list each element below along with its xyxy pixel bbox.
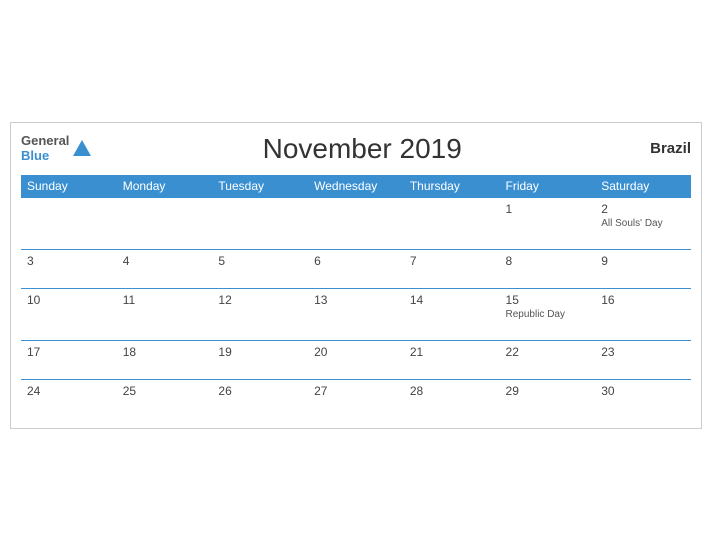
week-row-5: 24 25 26 27 28 29 30	[21, 379, 691, 418]
weekday-header-thursday: Thursday	[404, 175, 500, 198]
day-number: 26	[218, 384, 302, 398]
calendar-country: Brazil	[631, 140, 691, 157]
calendar-cell: 5	[212, 249, 308, 288]
day-number: 21	[410, 345, 494, 359]
day-number: 17	[27, 345, 111, 359]
day-number: 28	[410, 384, 494, 398]
calendar-cell: 25	[117, 379, 213, 418]
day-number: 19	[218, 345, 302, 359]
day-number: 20	[314, 345, 398, 359]
day-number: 2	[601, 202, 685, 216]
weekday-header-saturday: Saturday	[595, 175, 691, 198]
calendar-title: November 2019	[93, 133, 631, 165]
day-number: 13	[314, 293, 398, 307]
day-number: 22	[506, 345, 590, 359]
day-number: 1	[506, 202, 590, 216]
calendar-cell: 16	[595, 288, 691, 340]
day-number: 14	[410, 293, 494, 307]
weekday-header-monday: Monday	[117, 175, 213, 198]
calendar-table: SundayMondayTuesdayWednesdayThursdayFrid…	[21, 175, 691, 418]
calendar-cell: 4	[117, 249, 213, 288]
calendar-cell: 1	[500, 197, 596, 249]
day-number: 7	[410, 254, 494, 268]
calendar-cell: 24	[21, 379, 117, 418]
weekday-header-row: SundayMondayTuesdayWednesdayThursdayFrid…	[21, 175, 691, 198]
day-number: 25	[123, 384, 207, 398]
calendar-cell: 13	[308, 288, 404, 340]
calendar-cell	[404, 197, 500, 249]
calendar-cell: 15 Republic Day	[500, 288, 596, 340]
logo-general-text: General	[21, 134, 69, 148]
calendar-header: General Blue November 2019 Brazil	[21, 133, 691, 165]
day-number: 9	[601, 254, 685, 268]
day-number: 18	[123, 345, 207, 359]
logo-blue-text: Blue	[21, 149, 69, 163]
calendar-cell: 19	[212, 340, 308, 379]
calendar-cell: 29	[500, 379, 596, 418]
day-number: 24	[27, 384, 111, 398]
calendar-cell: 3	[21, 249, 117, 288]
calendar-cell: 2 All Souls' Day	[595, 197, 691, 249]
day-number: 30	[601, 384, 685, 398]
calendar-cell: 7	[404, 249, 500, 288]
logo: General Blue	[21, 134, 93, 163]
day-number: 5	[218, 254, 302, 268]
calendar-cell: 12	[212, 288, 308, 340]
calendar-cell: 23	[595, 340, 691, 379]
day-number: 15	[506, 293, 590, 307]
day-number: 12	[218, 293, 302, 307]
day-number: 3	[27, 254, 111, 268]
calendar-cell: 28	[404, 379, 500, 418]
calendar-cell	[117, 197, 213, 249]
day-number: 27	[314, 384, 398, 398]
holiday-name: Republic Day	[506, 309, 590, 320]
week-row-3: 10 11 12 13 14 15 Republic Day 16	[21, 288, 691, 340]
calendar-cell: 6	[308, 249, 404, 288]
day-number: 10	[27, 293, 111, 307]
weekday-header-wednesday: Wednesday	[308, 175, 404, 198]
week-row-1: 12 All Souls' Day	[21, 197, 691, 249]
calendar-cell	[21, 197, 117, 249]
calendar-cell: 27	[308, 379, 404, 418]
calendar-cell: 18	[117, 340, 213, 379]
calendar-wrapper: General Blue November 2019 Brazil Sunday…	[10, 122, 702, 429]
day-number: 23	[601, 345, 685, 359]
day-number: 16	[601, 293, 685, 307]
calendar-cell: 21	[404, 340, 500, 379]
calendar-cell: 8	[500, 249, 596, 288]
weekday-header-sunday: Sunday	[21, 175, 117, 198]
weekday-header-tuesday: Tuesday	[212, 175, 308, 198]
calendar-cell: 11	[117, 288, 213, 340]
logo-icon	[71, 138, 93, 160]
calendar-cell	[212, 197, 308, 249]
weekday-header-friday: Friday	[500, 175, 596, 198]
calendar-cell: 30	[595, 379, 691, 418]
day-number: 8	[506, 254, 590, 268]
calendar-cell: 9	[595, 249, 691, 288]
calendar-cell	[308, 197, 404, 249]
calendar-cell: 17	[21, 340, 117, 379]
week-row-4: 17 18 19 20 21 22 23	[21, 340, 691, 379]
day-number: 4	[123, 254, 207, 268]
calendar-cell: 14	[404, 288, 500, 340]
day-number: 11	[123, 293, 207, 307]
calendar-cell: 10	[21, 288, 117, 340]
calendar-cell: 20	[308, 340, 404, 379]
calendar-cell: 26	[212, 379, 308, 418]
day-number: 29	[506, 384, 590, 398]
week-row-2: 3456789	[21, 249, 691, 288]
holiday-name: All Souls' Day	[601, 218, 685, 229]
day-number: 6	[314, 254, 398, 268]
calendar-cell: 22	[500, 340, 596, 379]
